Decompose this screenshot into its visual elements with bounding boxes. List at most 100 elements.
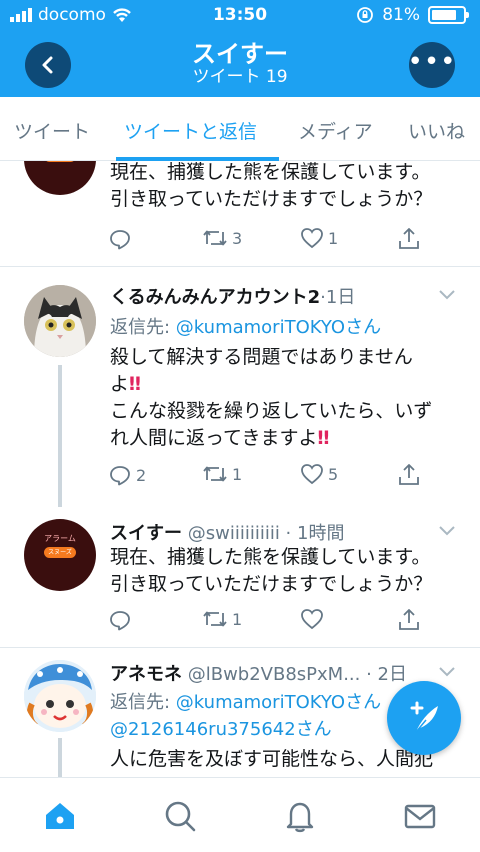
reply-icon [110, 466, 130, 486]
retweet-count: 3 [232, 228, 243, 248]
author-name: スイすー [110, 523, 182, 544]
tweet-author[interactable]: くるみんみんアカウント2·1日 [110, 283, 430, 309]
reply-button[interactable] [108, 608, 132, 632]
home-icon [46, 803, 74, 829]
like-count: 1 [328, 228, 339, 248]
reply-to-suffix: さん [345, 317, 382, 338]
author-meta: ·1日 [320, 287, 356, 308]
tweet-text: 現在、捕獲した熊を保護しています。 引き取っていただけますでしょうか？ [110, 544, 455, 598]
author-meta: @lBwb2VB8sPxM... · 2日 [182, 664, 407, 685]
reply-to-prefix: 返信先: [110, 692, 176, 713]
status-bar: docomo 13:50 81% [0, 0, 480, 32]
double-exclamation-emoji: ‼ [129, 373, 141, 395]
tweet-item[interactable]: アラーム スヌーズ スイすー @swiiiiiiiiii · 1時間 現在、捕獲… [0, 507, 480, 647]
heart-icon [301, 228, 323, 249]
like-button[interactable]: 1 [300, 227, 338, 249]
reply-to-second: @2126146ru375642さん [110, 715, 332, 741]
share-icon [399, 464, 419, 485]
avatar[interactable]: アラーム スヌーズ [24, 161, 96, 195]
avatar[interactable] [24, 660, 96, 732]
tab-likes[interactable]: いいね [408, 117, 465, 144]
tab-tweets-and-replies[interactable]: ツイートと返信 [124, 117, 257, 144]
heart-icon [301, 609, 323, 630]
nav-home[interactable] [42, 798, 78, 834]
tweet-text: 現在、捕獲した熊を保護しています。 引き取っていただけますでしょうか？ [110, 161, 455, 213]
share-button[interactable] [398, 608, 420, 632]
share-button[interactable] [398, 227, 420, 251]
retweet-button[interactable]: 3 [202, 227, 242, 249]
tweet-actions: 2 1 5 [108, 463, 428, 489]
share-icon [399, 228, 419, 249]
avatar-alarm-label: アラーム [44, 534, 76, 543]
chevron-down-icon[interactable] [438, 525, 456, 537]
reply-to-suffix: さん [295, 719, 332, 740]
status-right: 81% [356, 5, 469, 25]
like-button[interactable] [300, 608, 324, 630]
envelope-icon [404, 804, 436, 829]
profile-header: docomo 13:50 81% スイすー ツイート 19 ••• [0, 0, 480, 97]
reply-to-handle[interactable]: @kumamoriTOKYO [176, 692, 345, 713]
share-icon [399, 609, 419, 630]
cat-avatar-image [24, 285, 96, 357]
tweet-author[interactable]: アネモネ @lBwb2VB8sPxM... · 2日 [110, 660, 430, 686]
reply-to: 返信先: @kumamoriTOKYOさん [110, 688, 381, 714]
tweet-item[interactable]: くるみんみんアカウント2·1日 返信先: @kumamoriTOKYOさん 殺し… [0, 267, 480, 507]
tweet-text-line: よ‼ [110, 371, 455, 398]
reply-count: 2 [136, 465, 147, 485]
heart-icon [301, 464, 323, 485]
chevron-down-icon[interactable] [438, 666, 456, 678]
tab-tweets[interactable]: ツイート [14, 117, 90, 144]
retweet-icon [203, 230, 227, 246]
retweet-icon [203, 466, 227, 482]
reply-button[interactable]: 2 [108, 463, 146, 487]
bell-icon [286, 802, 314, 833]
reply-icon [110, 230, 130, 250]
tweet-text-line: こんな殺戮を繰り返していたら、いず [110, 400, 433, 422]
tweet-text: 殺して解決する問題ではありません よ‼ こんな殺戮を繰り返していたら、いず れ人… [110, 344, 455, 452]
reply-to-handle[interactable]: @kumamoriTOKYO [176, 317, 345, 338]
tweet-text-line: れ人間に返ってきますよ‼ [110, 425, 455, 452]
tweet-text-line: 人に危害を及ぼす可能性なら、人間犯 [110, 748, 434, 770]
reply-to: 返信先: @kumamoriTOKYOさん [110, 313, 381, 339]
double-exclamation-emoji: ‼ [317, 427, 330, 449]
tweet-text-line: 引き取っていただけますでしょうか？ [110, 188, 433, 210]
tweet-text-line: 引き取っていただけますでしょうか？ [110, 573, 433, 595]
compose-tweet-button[interactable] [387, 681, 461, 755]
more-button[interactable]: ••• [408, 42, 456, 88]
reply-to-prefix: 返信先: [110, 317, 176, 338]
bottom-navigation [0, 777, 480, 852]
nav-messages[interactable] [402, 798, 438, 834]
avatar-alarm-pill: スヌーズ [44, 161, 76, 162]
author-name: くるみんみんアカウント2 [110, 287, 321, 308]
nav-notifications[interactable] [282, 798, 318, 834]
avatar[interactable]: アラーム スヌーズ [24, 519, 96, 591]
tweet-text-line: 現在、捕獲した熊を保護しています。 [110, 161, 431, 183]
tweet-actions: 1 [108, 608, 428, 634]
thread-connector [58, 365, 62, 507]
anime-avatar-image [24, 660, 96, 732]
author-meta: @swiiiiiiiiii · 1時間 [182, 523, 345, 544]
tweet-author[interactable]: スイすー @swiiiiiiiiii · 1時間 [110, 519, 430, 545]
battery-fill [432, 10, 456, 20]
tweet-text-fragment: れ人間に返ってきますよ [110, 427, 318, 449]
reply-button[interactable] [108, 227, 132, 251]
avatar[interactable] [24, 285, 96, 357]
reply-to-handle[interactable]: @2126146ru375642 [110, 719, 296, 740]
reply-to-suffix: さん [345, 692, 382, 713]
battery-percent: 81% [382, 5, 420, 25]
nav-search[interactable] [162, 798, 198, 834]
avatar-alarm-pill-label: スヌーズ [48, 549, 72, 556]
battery-icon [428, 6, 469, 24]
tab-media[interactable]: メディア [298, 117, 373, 144]
search-icon [165, 801, 196, 832]
tweet-text-fragment: よ [110, 373, 130, 395]
tweet-text-line: 殺して解決する問題ではありません [110, 346, 413, 368]
like-button[interactable]: 5 [300, 463, 338, 485]
profile-tabs: ツイート ツイートと返信 メディア いいね [0, 97, 480, 161]
chevron-down-icon[interactable] [438, 289, 456, 301]
retweet-button[interactable]: 1 [202, 608, 242, 630]
retweet-count: 1 [232, 609, 243, 629]
tweet-item[interactable]: アラーム スヌーズ 現在、捕獲した熊を保護しています。 引き取っていただけますで… [0, 161, 480, 266]
share-button[interactable] [398, 463, 420, 487]
retweet-button[interactable]: 1 [202, 463, 242, 485]
